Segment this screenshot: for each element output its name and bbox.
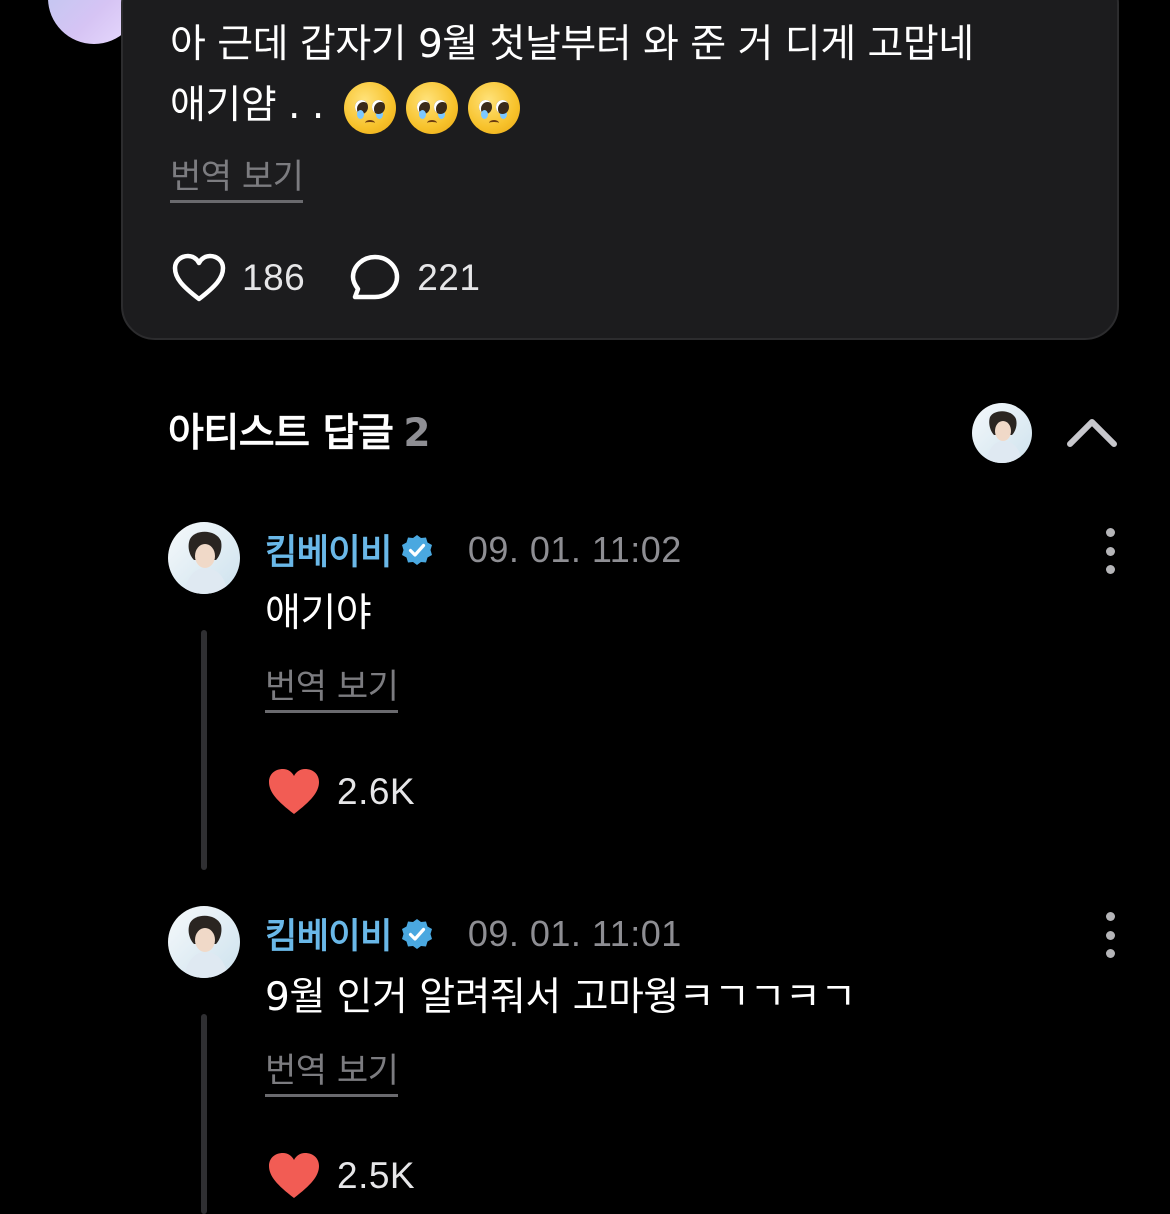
chevron-up-icon[interactable] [1064, 412, 1120, 452]
artist-avatar[interactable] [972, 403, 1032, 463]
reply-text: 9월 인거 알려줘서 고마웡ㅋㄱㄱㅋㄱ [265, 975, 856, 1020]
reply-author-avatar[interactable] [168, 522, 240, 594]
post-text: 아 근데 갑자기 9월 첫날부터 와 준 거 디게 고맙네 애기얌 . . [170, 14, 1070, 136]
post-like-button[interactable]: 186 [172, 253, 305, 303]
post-text-line1: 아 근데 갑자기 9월 첫날부터 와 준 거 디게 고맙네 [170, 22, 974, 67]
reply-timestamp: 09. 01. 11:02 [467, 528, 682, 570]
reply-author-name[interactable]: 킴베이비 [265, 908, 392, 959]
post-text-line2: 애기얌 . . [170, 83, 324, 128]
thread-line [201, 630, 207, 870]
emoji-row [343, 81, 520, 134]
heart-outline-icon [172, 253, 226, 302]
pleading-face-emoji-icon [343, 81, 396, 134]
post-card: 아 근데 갑자기 9월 첫날부터 와 준 거 디게 고맙네 애기얌 . . 번역… [121, 0, 1119, 340]
pleading-face-emoji-icon [467, 81, 520, 134]
heart-filled-icon [269, 1153, 319, 1198]
thread-line [201, 1014, 207, 1214]
reply-text: 애기야 [265, 591, 372, 636]
reply-like-button[interactable]: 2.5K [267, 1151, 415, 1201]
reply-like-count: 2.6K [337, 771, 416, 812]
vertical-ellipsis-icon [1105, 528, 1115, 537]
reply-more-button[interactable] [1096, 528, 1124, 574]
post-like-count: 186 [242, 257, 306, 298]
reply-meta: 킴베이비 09. 01. 11:01 [265, 908, 682, 959]
vertical-ellipsis-icon [1105, 912, 1115, 921]
reply-more-button[interactable] [1096, 912, 1124, 958]
reply-meta: 킴베이비 09. 01. 11:02 [265, 524, 682, 575]
post-comment-button[interactable]: 221 [349, 253, 480, 303]
post-actions: 186 221 [172, 253, 524, 303]
artist-replies-count: 2 [403, 411, 430, 456]
post-translate-link[interactable]: 번역 보기 [170, 158, 304, 203]
reply-like-count: 2.5K [337, 1155, 416, 1196]
verified-badge-icon [401, 534, 432, 565]
reply-author-name[interactable]: 킴베이비 [265, 524, 392, 575]
heart-filled-icon [269, 769, 319, 814]
reply-timestamp: 09. 01. 11:01 [467, 912, 682, 954]
artist-replies-title: 아티스트 답글 [168, 411, 394, 456]
speech-bubble-icon [350, 254, 400, 300]
reply-like-button[interactable]: 2.6K [267, 767, 415, 817]
reply-author-avatar[interactable] [168, 906, 240, 978]
pleading-face-emoji-icon [405, 81, 458, 134]
verified-badge-icon [401, 918, 432, 949]
reply-translate-link[interactable]: 번역 보기 [265, 668, 399, 713]
artist-replies-header: 아티스트 답글 2 [168, 402, 430, 458]
reply-translate-link[interactable]: 번역 보기 [265, 1052, 399, 1097]
post-comment-count: 221 [417, 257, 481, 298]
